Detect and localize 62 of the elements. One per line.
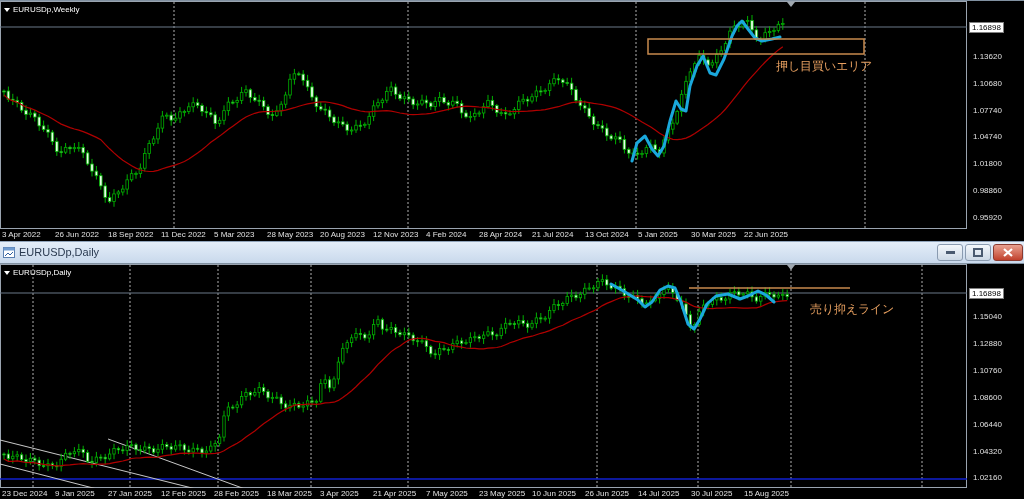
date-label: 26 Jun 2022 xyxy=(55,229,100,240)
price-label: 1.15040 xyxy=(973,312,1002,322)
date-label: 30 Jul 2025 xyxy=(691,488,733,499)
price-label: 1.01800 xyxy=(973,159,1002,170)
chart-title: EURUSDp,Weekly xyxy=(13,5,80,15)
current-price-label: 1.16898 xyxy=(969,22,1004,33)
current-price-label: 1.16898 xyxy=(969,288,1004,299)
date-label: 18 Mar 2025 xyxy=(267,488,312,499)
annotation-text: 押し目買いエリア xyxy=(776,59,872,73)
date-label: 20 Aug 2023 xyxy=(320,229,365,240)
date-label: 3 Apr 2022 xyxy=(2,229,41,240)
price-label: 1.12880 xyxy=(973,338,1002,349)
date-label: 13 Oct 2024 xyxy=(585,229,629,240)
price-label: 1.10760 xyxy=(973,365,1002,376)
date-label: 22 Jun 2025 xyxy=(744,229,789,240)
price-label: 1.06440 xyxy=(973,419,1002,430)
maximize-icon xyxy=(973,248,983,257)
date-label: 10 Jun 2025 xyxy=(532,488,577,499)
date-label: 28 Apr 2024 xyxy=(479,229,523,240)
price-label: 1.07740 xyxy=(973,105,1002,116)
date-label: 18 Sep 2022 xyxy=(108,229,154,240)
date-label: 9 Jan 2025 xyxy=(55,488,95,499)
date-label: 11 Dec 2022 xyxy=(161,229,206,240)
dropdown-triangle-icon xyxy=(4,271,10,275)
chart-shift-icon xyxy=(787,2,795,7)
maximize-button[interactable] xyxy=(965,244,991,261)
price-label: 1.13620 xyxy=(973,52,1002,62)
price-label: 0.95920 xyxy=(973,212,1002,223)
date-label: 5 Mar 2023 xyxy=(214,229,255,240)
date-label: 7 May 2025 xyxy=(426,488,468,499)
window-title: EURUSDp,Daily xyxy=(19,245,100,261)
date-label: 21 Apr 2025 xyxy=(373,488,417,499)
date-label: 12 Feb 2025 xyxy=(161,488,206,499)
dropdown-triangle-icon xyxy=(4,8,10,12)
minimize-button[interactable] xyxy=(937,244,963,261)
price-label: 1.04320 xyxy=(973,446,1002,457)
date-label: 28 May 2023 xyxy=(267,229,314,240)
date-label: 23 Dec 2024 xyxy=(2,488,48,499)
price-label: 1.08600 xyxy=(973,392,1002,403)
price-label: 1.10680 xyxy=(973,78,1002,89)
minimize-icon xyxy=(945,251,955,254)
date-label: 30 Mar 2025 xyxy=(691,229,736,240)
date-label: 5 Jan 2025 xyxy=(638,229,678,240)
date-label: 4 Feb 2024 xyxy=(426,229,467,240)
chart-shift-icon xyxy=(787,265,795,270)
close-icon xyxy=(1003,248,1013,257)
date-label: 27 Jan 2025 xyxy=(108,488,153,499)
date-label: 15 Aug 2025 xyxy=(744,488,789,499)
date-label: 28 Feb 2025 xyxy=(214,488,259,499)
chart-title: EURUSDp,Daily xyxy=(13,268,72,278)
date-label: 23 May 2025 xyxy=(479,488,526,499)
close-button[interactable] xyxy=(993,244,1023,261)
chart-window-icon xyxy=(3,247,15,258)
date-label: 3 Apr 2025 xyxy=(320,488,359,499)
date-label: 26 Jun 2025 xyxy=(585,488,630,499)
annotation-text: 売り抑えライン xyxy=(810,302,894,316)
price-label: 1.02160 xyxy=(973,473,1002,484)
price-label: 0.98860 xyxy=(973,186,1002,196)
date-label: 21 Jul 2024 xyxy=(532,229,574,240)
date-label: 14 Jul 2025 xyxy=(638,488,680,499)
date-label: 12 Nov 2023 xyxy=(373,229,419,240)
price-label: 1.04740 xyxy=(973,132,1002,143)
